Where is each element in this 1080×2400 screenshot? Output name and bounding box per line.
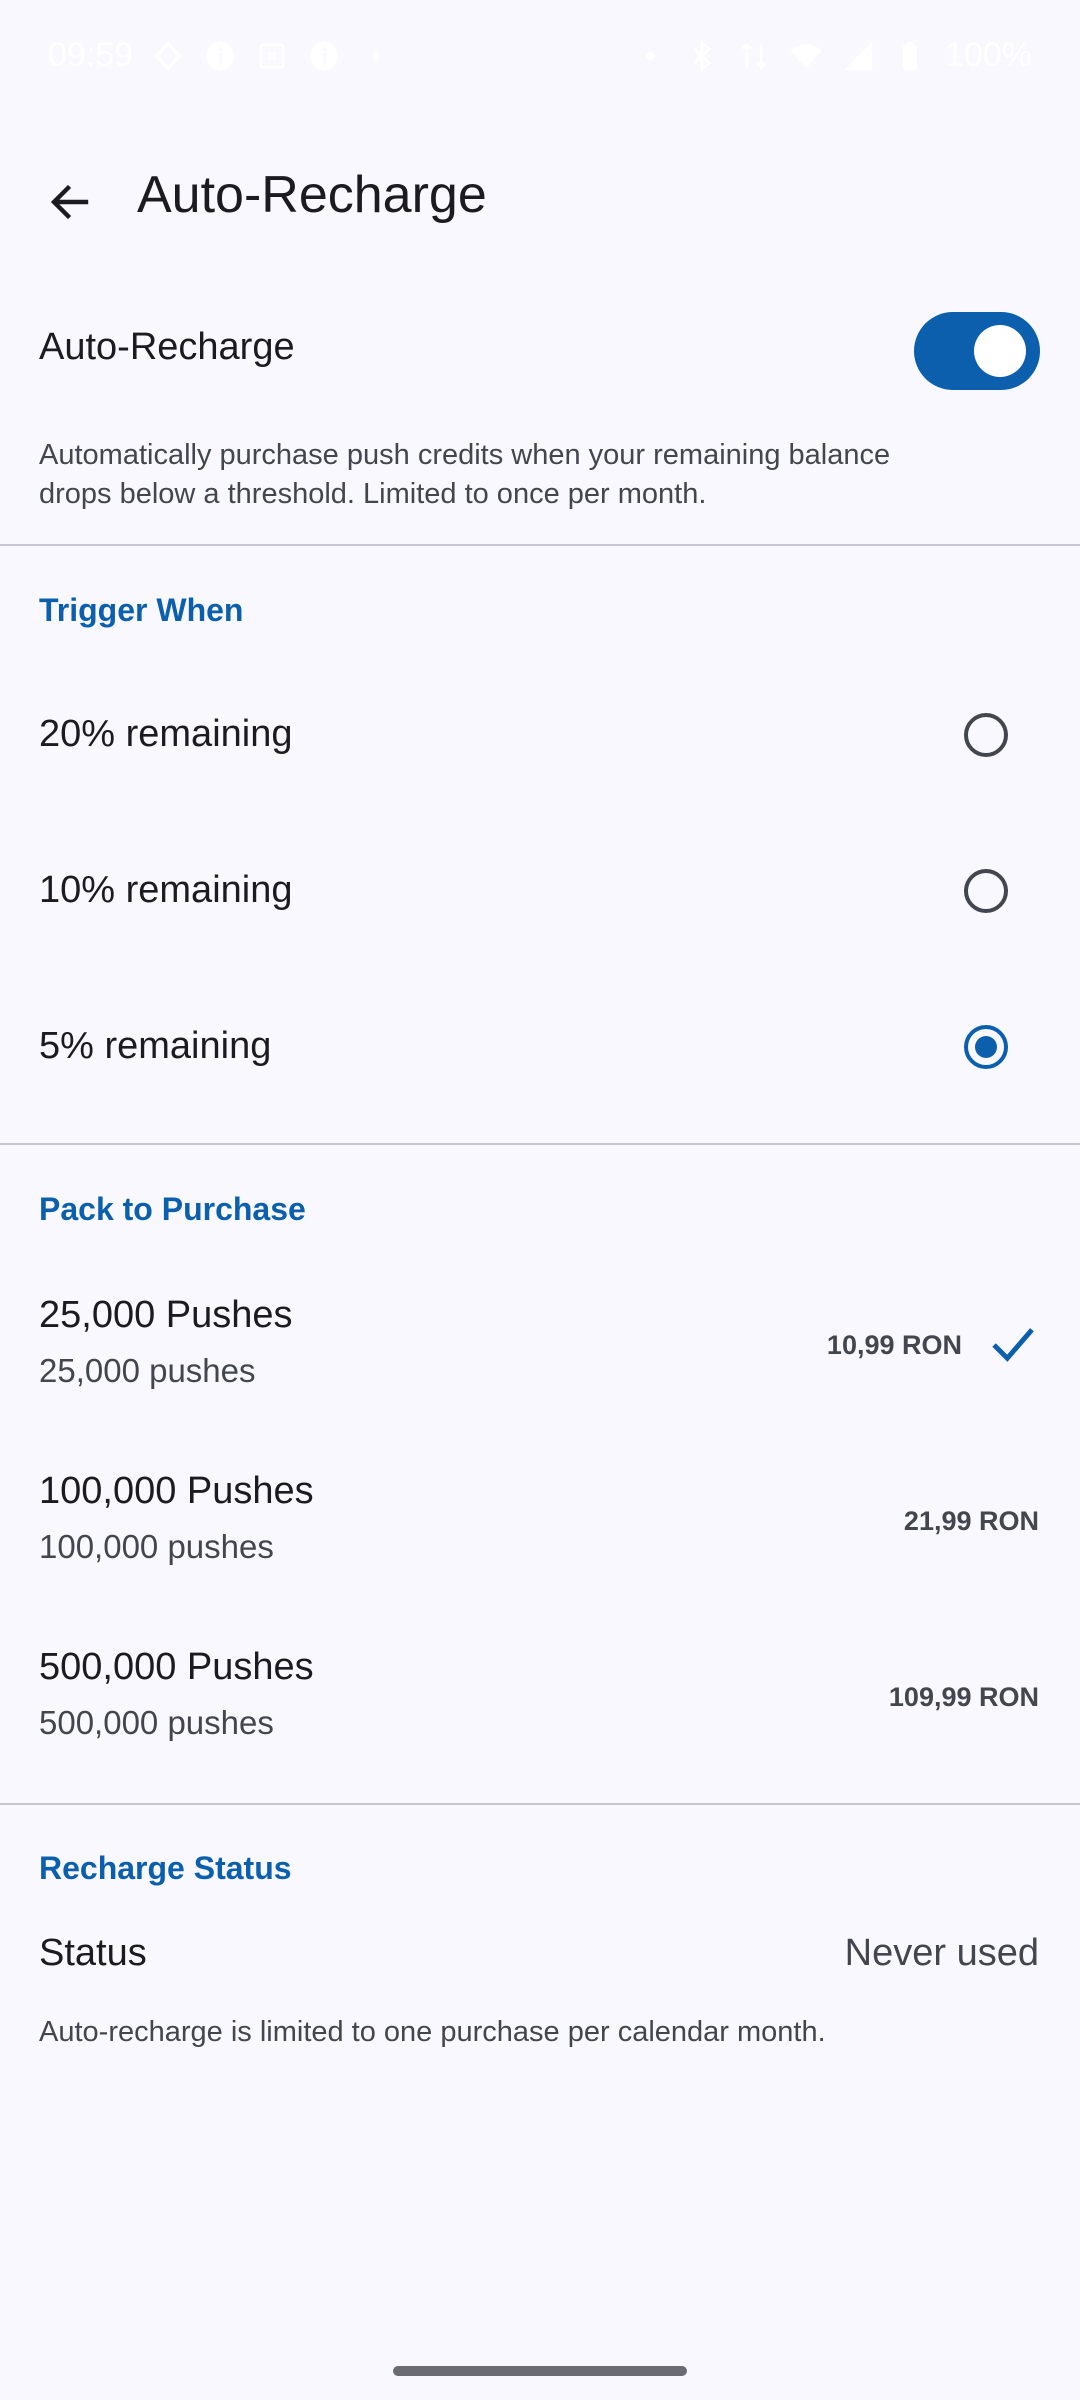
wifi-icon	[790, 43, 822, 69]
pack-price: 109,99 RON	[888, 1682, 1039, 1712]
radio-button-selected[interactable]	[964, 1025, 1008, 1069]
radio-dot	[975, 1036, 997, 1058]
info-icon	[205, 41, 235, 70]
notification-dot-icon	[371, 51, 381, 60]
screenshot-icon	[259, 42, 285, 69]
arrow-back-icon	[50, 184, 89, 220]
signal-icon	[843, 41, 873, 70]
location-icon	[154, 40, 182, 71]
auto-recharge-switch[interactable]	[914, 312, 1040, 390]
pack-price: 10,99 RON	[826, 1330, 962, 1360]
battery-icon	[902, 41, 918, 70]
status-time: 09:59	[48, 36, 134, 74]
divider	[0, 1803, 1080, 1805]
status-bar: 09:59 100%	[0, 0, 1080, 110]
radio-button[interactable]	[964, 713, 1008, 757]
recharge-status-heading: Recharge Status	[39, 1850, 292, 1886]
pack-title: 500,000 Pushes	[39, 1646, 314, 1688]
trigger-option-label: 10% remaining	[39, 869, 293, 911]
pack-item[interactable]: 25,000 Pushes 25,000 pushes 10,99 RON	[0, 1260, 1080, 1430]
description-line-1: Automatically purchase push credits when…	[39, 439, 891, 471]
home-indicator[interactable]	[393, 2366, 687, 2376]
status-label: Status	[39, 1932, 147, 1974]
trigger-option-5[interactable]: 5% remaining	[0, 972, 1080, 1122]
recharge-note: Auto-recharge is limited to one purchase…	[39, 2016, 826, 2048]
switch-knob	[974, 325, 1026, 377]
trigger-option-20[interactable]: 20% remaining	[0, 660, 1080, 810]
pack-subtitle: 25,000 pushes	[39, 1352, 256, 1389]
page-title: Auto-Recharge	[137, 166, 487, 224]
app-bar: Auto-Recharge	[0, 130, 1080, 260]
divider	[0, 1143, 1080, 1145]
description-line-2: drops below a threshold. Limited to once…	[39, 478, 707, 510]
pack-item[interactable]: 100,000 Pushes 100,000 pushes 21,99 RON	[0, 1436, 1080, 1606]
back-button[interactable]	[30, 162, 110, 242]
pack-title: 25,000 Pushes	[39, 1294, 293, 1336]
auto-recharge-description: Automatically purchase push credits when…	[39, 436, 1049, 514]
radio-button[interactable]	[964, 869, 1008, 913]
auto-recharge-label: Auto-Recharge	[39, 326, 295, 368]
trigger-option-label: 5% remaining	[39, 1025, 272, 1067]
battery-percent: 100%	[945, 36, 1032, 74]
pack-to-purchase-heading: Pack to Purchase	[39, 1191, 306, 1227]
trigger-when-heading: Trigger When	[39, 592, 244, 628]
check-icon	[992, 1328, 1034, 1362]
trigger-option-10[interactable]: 10% remaining	[0, 816, 1080, 966]
pack-title: 100,000 Pushes	[39, 1470, 314, 1512]
info-icon-2	[309, 41, 339, 70]
status-row: Status Never used	[0, 1920, 1080, 1990]
status-value: Never used	[844, 1932, 1039, 1974]
pack-item[interactable]: 500,000 Pushes 500,000 pushes 109,99 RON	[0, 1612, 1080, 1782]
trigger-option-label: 20% remaining	[39, 713, 293, 755]
divider	[0, 544, 1080, 546]
pack-price: 21,99 RON	[903, 1506, 1039, 1536]
dot-icon	[645, 51, 655, 60]
mobile-data-icon	[741, 42, 767, 69]
pack-subtitle: 500,000 pushes	[39, 1704, 274, 1741]
pack-subtitle: 100,000 pushes	[39, 1528, 274, 1565]
bluetooth-icon	[693, 39, 712, 72]
